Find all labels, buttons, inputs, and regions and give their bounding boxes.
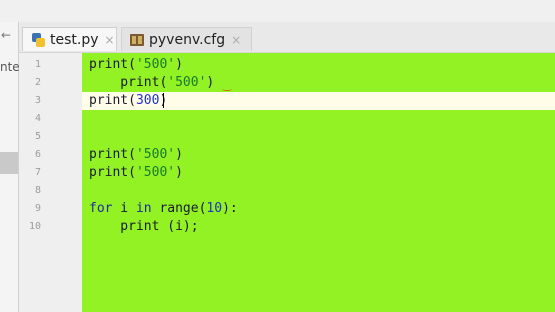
- code-line[interactable]: print('500'): [89, 56, 183, 74]
- line-number: 7: [34, 167, 41, 178]
- code-line[interactable]: print (i);: [89, 218, 199, 236]
- tab-test-py[interactable]: test.py ×: [22, 27, 117, 51]
- code-line[interactable]: print('500'): [89, 146, 183, 164]
- line-number: 10: [28, 221, 41, 232]
- code-token: ): [206, 75, 215, 90]
- code-token: print(: [89, 57, 136, 72]
- line-number: 1: [34, 59, 41, 70]
- line-number: 8: [34, 185, 41, 196]
- code-token: in: [135, 201, 152, 216]
- code-line[interactable]: print('500'): [89, 164, 183, 182]
- code-token: i: [112, 201, 136, 216]
- code-line[interactable]: print('500'): [89, 74, 214, 92]
- project-panel-selected-row[interactable]: [0, 152, 18, 174]
- line-number: 4: [34, 113, 41, 124]
- tab-label: pyvenv.cfg: [149, 31, 226, 48]
- warning-squiggle: [222, 87, 232, 91]
- line-number: 6: [34, 149, 41, 160]
- code-token: '500': [135, 165, 176, 180]
- back-arrow-icon[interactable]: ←: [1, 28, 11, 42]
- text-caret: [163, 93, 164, 108]
- code-token: for: [89, 201, 113, 216]
- close-tab-icon[interactable]: ×: [231, 33, 241, 47]
- line-number: 9: [34, 203, 41, 214]
- code-token: ): [175, 57, 183, 72]
- code-token: print(: [89, 93, 136, 108]
- code-token: print(: [89, 147, 136, 162]
- tab-pyvenv-cfg[interactable]: pyvenv.cfg ×: [121, 27, 252, 51]
- line-number: 5: [34, 131, 41, 142]
- tab-label: test.py: [50, 31, 99, 48]
- line-number: 3: [34, 95, 41, 106]
- project-panel-edge[interactable]: ← nte: [0, 22, 20, 312]
- project-panel-truncated-label: nte: [0, 60, 20, 74]
- code-token: ):: [222, 201, 238, 216]
- config-file-icon: [130, 32, 144, 48]
- code-line[interactable]: for i in range(10):: [89, 200, 238, 218]
- code-token: 10: [206, 201, 223, 216]
- top-toolbar: [0, 0, 555, 22]
- code-token: '500': [135, 147, 176, 162]
- code-token: print(: [89, 75, 168, 90]
- code-token: '500': [167, 75, 207, 90]
- code-token: range(: [151, 201, 207, 216]
- code-token: print(: [89, 165, 136, 180]
- code-token: '500': [135, 57, 176, 72]
- code-token: 300: [135, 93, 160, 108]
- code-token: ): [175, 147, 183, 162]
- python-file-icon: [31, 32, 45, 48]
- line-number: 2: [34, 77, 41, 88]
- close-tab-icon[interactable]: ×: [105, 33, 115, 47]
- code-line[interactable]: print(300): [89, 92, 167, 110]
- code-token: ): [175, 165, 183, 180]
- code-token: print (i);: [89, 219, 199, 234]
